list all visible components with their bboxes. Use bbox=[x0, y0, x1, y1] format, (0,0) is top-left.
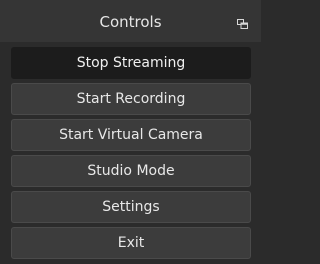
start-virtual-camera-button[interactable]: Start Virtual Camera bbox=[11, 119, 251, 151]
controls-button-list: Stop Streaming Start Recording Start Vir… bbox=[11, 47, 251, 263]
dock-header: Controls bbox=[0, 0, 261, 42]
stop-streaming-button[interactable]: Stop Streaming bbox=[11, 47, 251, 79]
dock-title: Controls bbox=[99, 13, 162, 31]
undock-icon[interactable] bbox=[237, 19, 248, 29]
controls-dock: Controls Stop Streaming Start Recording … bbox=[0, 0, 261, 264]
exit-button[interactable]: Exit bbox=[11, 227, 251, 259]
studio-mode-button[interactable]: Studio Mode bbox=[11, 155, 251, 187]
start-recording-button[interactable]: Start Recording bbox=[11, 83, 251, 115]
settings-button[interactable]: Settings bbox=[11, 191, 251, 223]
